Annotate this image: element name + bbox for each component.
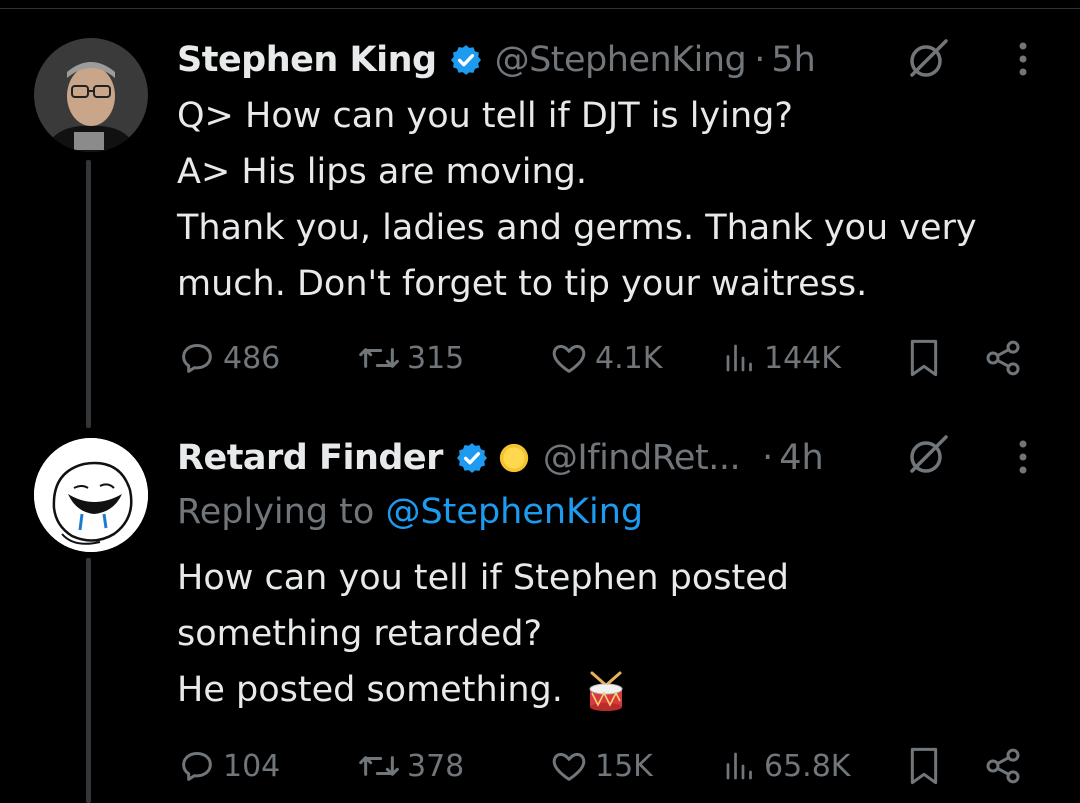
views-icon	[726, 344, 752, 372]
thread-line	[86, 558, 91, 803]
coin-emoji	[497, 441, 531, 475]
tweet-stephen-king[interactable]: Stephen King @StephenKing · 5h Q> How ca…	[0, 0, 1080, 428]
bookmark-icon	[910, 747, 938, 785]
tweet-line: He posted something.	[177, 670, 563, 710]
replying-to: Replying to @StephenKing	[177, 492, 643, 532]
handle[interactable]: @StephenKing	[495, 40, 747, 80]
display-name[interactable]: Retard Finder	[177, 438, 443, 478]
verified-badge-icon	[449, 43, 483, 77]
grok-icon[interactable]	[906, 433, 950, 477]
tweet-line: much. Don't forget to tip your waitress.	[177, 264, 868, 304]
like-count: 4.1K	[595, 340, 663, 376]
tweet-line: Q> How can you tell if DJT is lying?	[177, 96, 793, 136]
tweet-header: Retard Finder @IfindRet... · 4h	[177, 434, 824, 482]
tweet-text: Q> How can you tell if DJT is lying? A> …	[177, 88, 1057, 312]
separator-dot: ·	[762, 438, 774, 478]
display-name[interactable]: Stephen King	[177, 40, 437, 80]
like-button[interactable]: 4.1K	[549, 338, 662, 378]
drum-emoji	[584, 669, 628, 713]
avatar-stephen-king[interactable]	[34, 38, 148, 152]
action-bar: 104 378 15K 65.8K	[177, 746, 1037, 786]
like-count: 15K	[595, 748, 653, 784]
like-icon	[552, 344, 586, 373]
action-bar: 486 315 4.1K 144K	[177, 338, 1037, 378]
replying-to-label: Replying to	[177, 492, 375, 532]
share-button[interactable]	[983, 746, 1023, 786]
tweet-header: Stephen King @StephenKing · 5h	[177, 36, 816, 84]
view-count: 144K	[764, 340, 841, 376]
reply-count: 486	[223, 340, 281, 376]
reply-icon	[182, 344, 212, 373]
bookmark-button[interactable]	[907, 338, 941, 378]
retweet-count: 315	[407, 340, 465, 376]
timestamp[interactable]: 4h	[779, 438, 823, 478]
replying-to-mention[interactable]: @StephenKing	[385, 492, 643, 532]
tweet-line: something retarded?	[177, 614, 543, 654]
more-icon[interactable]	[1018, 40, 1028, 80]
retweet-button[interactable]: 315	[357, 338, 464, 378]
reply-button[interactable]: 486	[177, 338, 280, 378]
handle[interactable]: @IfindRet...	[543, 438, 741, 478]
tweet-line: Thank you, ladies and germs. Thank you v…	[177, 208, 977, 248]
retweet-icon	[359, 756, 399, 776]
tweet-retard-finder[interactable]: Retard Finder @IfindRet... · 4h Replying…	[0, 400, 1080, 803]
tweet-line-with-emoji: He posted something.	[177, 662, 1057, 718]
views-icon	[726, 752, 752, 780]
more-icon[interactable]	[1018, 438, 1028, 478]
tweet-text: How can you tell if Stephen posted somet…	[177, 550, 1057, 718]
like-button[interactable]: 15K	[549, 746, 653, 786]
bookmark-icon	[910, 339, 938, 377]
retweet-icon	[359, 348, 399, 368]
timestamp[interactable]: 5h	[771, 40, 815, 80]
retweet-count: 378	[407, 748, 465, 784]
views-button[interactable]: 65.8K	[722, 746, 850, 786]
reply-icon	[182, 752, 212, 781]
separator-dot: ·	[754, 40, 766, 80]
retweet-button[interactable]: 378	[357, 746, 464, 786]
reply-button[interactable]: 104	[177, 746, 280, 786]
like-icon	[552, 752, 586, 781]
avatar-retard-finder[interactable]	[34, 438, 148, 552]
share-icon	[986, 748, 1020, 784]
thread-line	[86, 160, 91, 428]
share-button[interactable]	[983, 338, 1023, 378]
view-count: 65.8K	[764, 748, 851, 784]
share-icon	[986, 340, 1020, 376]
views-button[interactable]: 144K	[722, 338, 841, 378]
reply-count: 104	[223, 748, 281, 784]
tweet-line: A> His lips are moving.	[177, 152, 588, 192]
verified-badge-icon	[455, 441, 489, 475]
tweet-line: How can you tell if Stephen posted	[177, 558, 789, 598]
bookmark-button[interactable]	[907, 746, 941, 786]
grok-icon[interactable]	[906, 37, 950, 81]
